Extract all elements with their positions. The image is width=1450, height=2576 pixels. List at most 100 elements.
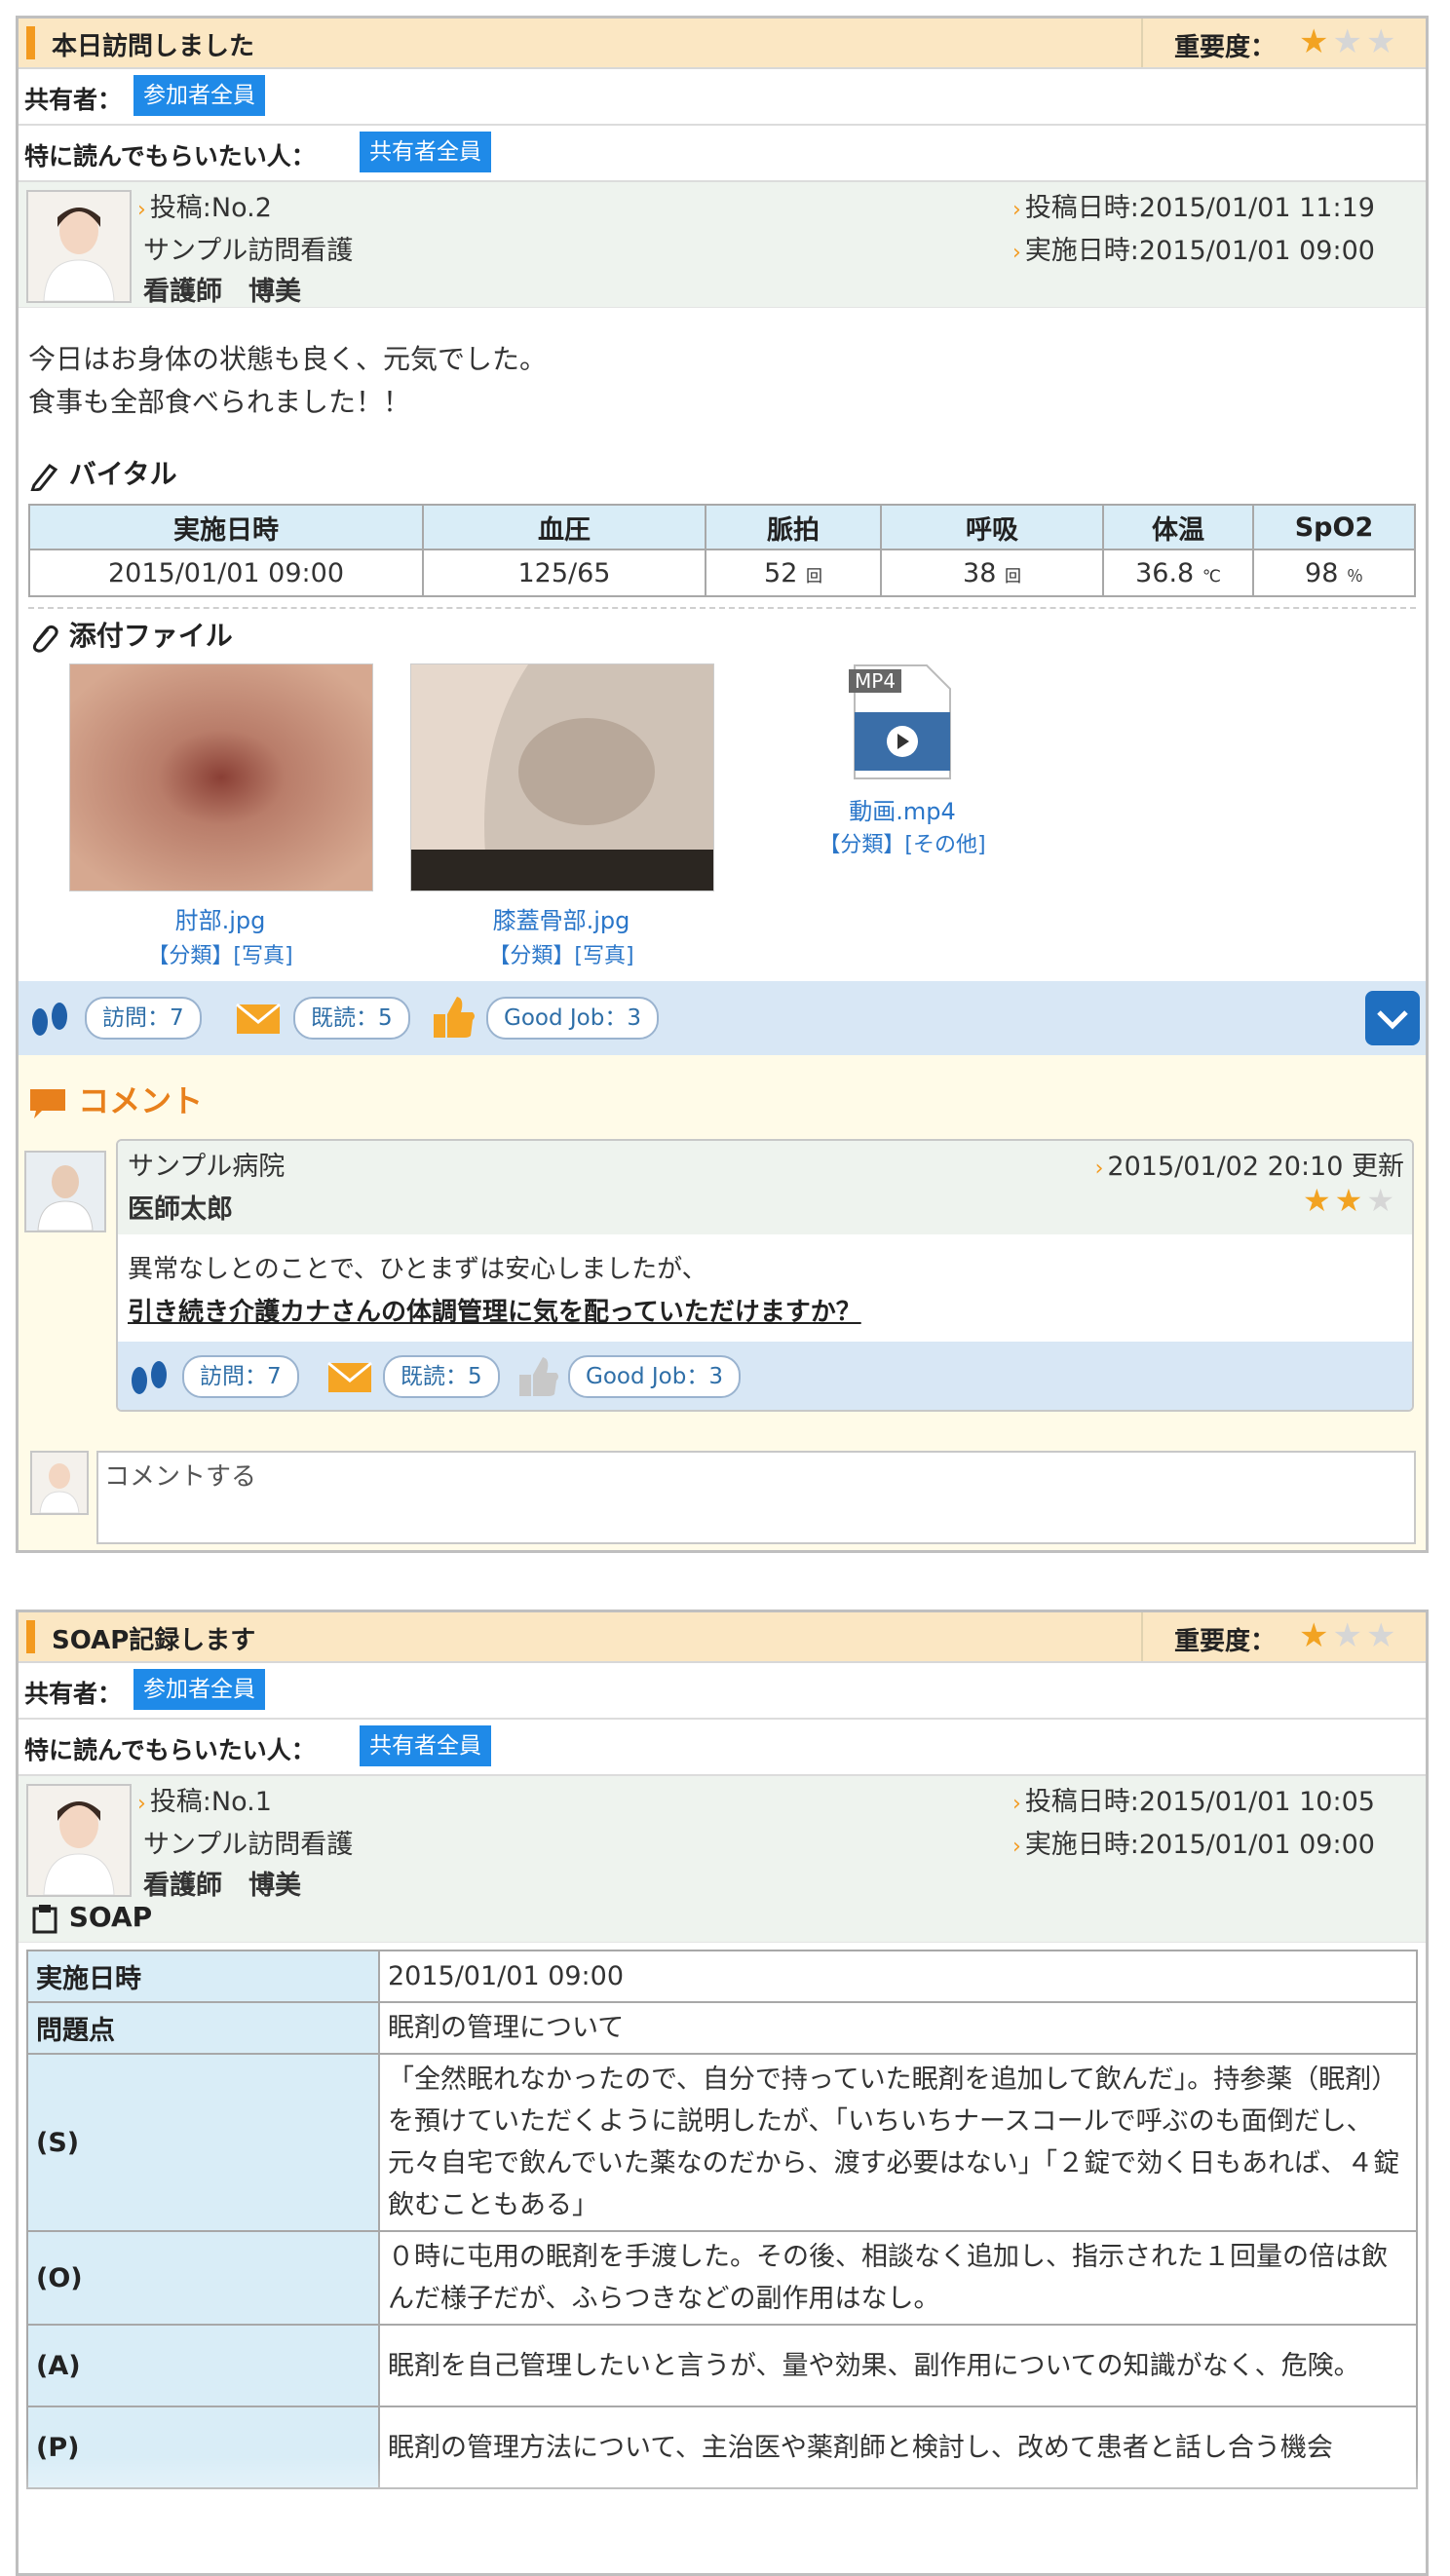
star-icon[interactable]: ★ [1332,1616,1365,1655]
pencil-icon [29,463,58,494]
read-badge[interactable]: 共有者全員 [360,132,491,172]
avatar[interactable] [26,1784,132,1897]
read-count[interactable]: 既読：5 [383,1355,500,1398]
importance-stars[interactable]: ★★★ [1299,1616,1399,1655]
arrow-icon: › [1012,1835,1021,1859]
goodjob-count[interactable]: Good Job：3 [568,1355,741,1398]
read-label: 特に読んでもらいたい人： [24,1736,316,1764]
comment-reaction-bar: 訪問：7 既読：5 Good Job：3 [118,1342,1412,1410]
post-card-1: 本日訪問しました 重要度： ★★★ 共有者： 参加者全員 特に読んでもらいたい人… [16,16,1429,1553]
file-category[interactable]: 【分類】[その他] [771,827,1034,858]
comment-line: 引き続き介護カナさんの体調管理に気を配っていただけますか？ [128,1298,861,1327]
read-badge[interactable]: 共有者全員 [360,1725,491,1766]
goodjob-count[interactable]: Good Job：3 [486,997,659,1040]
vitals-header: 呼吸 [880,504,1104,550]
arrow-icon: › [137,1792,146,1816]
done-at: › 実施日時:2015/01/01 09:00 [1012,1830,1375,1860]
doctor-avatar-icon [26,1153,104,1231]
nurse-avatar-icon [28,1786,130,1895]
importance-label: 重要度： [1174,33,1277,62]
vitals-row: 2015/01/01 09:00 125/65 52 回 38 回 36.8 ℃… [28,549,1416,597]
share-badge[interactable]: 参加者全員 [134,1669,265,1710]
arrow-icon: › [137,198,146,222]
thumbs-up-icon[interactable] [428,991,478,1042]
photo-thumb-knee[interactable] [410,663,714,891]
soap-row: (S) 「全然眠れなかったので、自分で持っていた眠剤を追加して飲んだ」。持参薬（眠… [26,2053,1418,2232]
star-icon[interactable]: ★ [1335,1182,1367,1219]
visit-count[interactable]: 訪問：7 [182,1355,299,1398]
soap-value: ０時に屯用の眠剤を手渡した。その後、相談なく追加し、指示された１回量の倍は飲んだ… [378,2230,1418,2326]
file-name-link[interactable]: 動画.mp4 [771,792,1034,826]
commenter-avatar[interactable] [24,1151,106,1232]
share-label: 共有者： [24,86,123,114]
author-org: サンプル訪問看護 [143,1830,354,1860]
footprint-icon[interactable] [128,1353,171,1398]
importance: 重要度： ★★★ [1141,1612,1426,1661]
share-row: 共有者： 参加者全員 [19,69,1426,126]
comment-body: 異常なしとのことで、ひとまずは安心しましたが、 引き続き介護カナさんの体調管理に… [128,1248,861,1334]
footprint-icon[interactable] [28,995,71,1040]
vitals-cell: 2015/01/01 09:00 [28,549,424,597]
chevron-down-icon [1377,1010,1408,1030]
share-badge[interactable]: 参加者全員 [134,75,265,116]
file-name-link[interactable]: 膝蓋骨部.jpg [410,901,712,935]
author-org: サンプル訪問看護 [143,236,354,266]
nurse-avatar-icon [32,1453,87,1513]
soap-label: (A) [26,2324,380,2407]
posted-at: › 投稿日時:2015/01/01 10:05 [1012,1787,1375,1817]
photo-thumb-elbow[interactable] [69,663,373,891]
title-marker [26,26,35,59]
comment-placeholder: コメントする [104,1462,257,1492]
clipboard-icon [32,1905,57,1934]
comment-input[interactable]: コメントする [96,1451,1416,1544]
comment-header: サンプル病院 医師太郎 › 2015/01/02 20:10 更新 ★★★ [118,1141,1412,1234]
post-title-bar: 本日訪問しました 重要度： ★★★ [19,19,1426,69]
divider [28,607,1416,609]
star-icon[interactable]: ★ [1366,1616,1399,1655]
importance-stars[interactable]: ★★★ [1299,22,1399,61]
importance: 重要度： ★★★ [1141,19,1426,67]
visit-count[interactable]: 訪問：7 [85,997,202,1040]
body-line: 食事も全部食べられました！！ [28,386,411,418]
soap-row: 問題点 眠剤の管理について [26,2001,1418,2055]
commenter-name: 医師太郎 [128,1194,233,1225]
read-count[interactable]: 既読：5 [293,997,410,1040]
post-no: › 投稿:No.2 [137,193,272,223]
comment-line: 異常なしとのことで、ひとまずは安心しましたが、 [128,1255,707,1284]
star-icon[interactable]: ★ [1332,22,1365,61]
avatar[interactable] [26,190,132,303]
video-file-icon[interactable]: MP4 [849,663,956,780]
soap-value: 眠剤を自己管理したいと言うが、量や効果、副作用についての知識がなく、危険。 [378,2324,1418,2407]
share-label: 共有者： [24,1680,123,1708]
thumbs-up-icon[interactable] [514,1351,560,1398]
vitals-table: 実施日時 血圧 脈拍 呼吸 体温 SpO2 2015/01/01 09:00 1… [28,504,1416,597]
elbow-photo-icon [70,664,372,890]
file-name-link[interactable]: 肘部.jpg [69,901,371,935]
star-icon[interactable]: ★ [1366,22,1399,61]
expand-button[interactable] [1365,991,1420,1045]
nurse-avatar-icon [28,192,130,301]
knee-photo-icon [411,664,713,890]
arrow-icon: › [1012,1792,1021,1816]
post-title-bar: SOAP記録します 重要度： ★★★ [19,1612,1426,1663]
soap-label: (O) [26,2230,380,2326]
file-category[interactable]: 【分類】[写真] [69,938,371,969]
soap-row: (O) ０時に屯用の眠剤を手渡した。その後、相談なく追加し、指示された１回量の倍は… [26,2230,1418,2326]
star-icon[interactable]: ★ [1299,1616,1332,1655]
file-category[interactable]: 【分類】[写真] [410,938,712,969]
envelope-icon[interactable] [326,1353,375,1398]
vitals-heading: バイタル [28,453,177,494]
star-icon[interactable]: ★ [1366,1182,1398,1219]
comment-stars[interactable]: ★★★ [1303,1182,1398,1219]
star-icon[interactable]: ★ [1299,22,1332,61]
soap-table: 実施日時 2015/01/01 09:00 問題点 眠剤の管理について (S) 「全然… [26,1950,1418,2489]
author-name: 看護師 博美 [143,1871,301,1901]
author-block: › 投稿:No.2 サンプル訪問看護 看護師 博美 › 投稿日時:2015/01/0… [19,182,1426,308]
star-icon[interactable]: ★ [1303,1182,1335,1219]
vitals-header: 体温 [1102,504,1254,550]
soap-value: 「全然眠れなかったので、自分で持っていた眠剤を追加して飲んだ」。持参薬（眠剤）を… [378,2053,1418,2232]
reaction-bar: 訪問：7 既読：5 Good Job：3 [19,981,1426,1055]
envelope-icon[interactable] [235,995,284,1040]
post-card-2: SOAP記録します 重要度： ★★★ 共有者： 参加者全員 特に読んでもらいたい… [16,1610,1429,2576]
vitals-header: 脈拍 [705,504,882,550]
